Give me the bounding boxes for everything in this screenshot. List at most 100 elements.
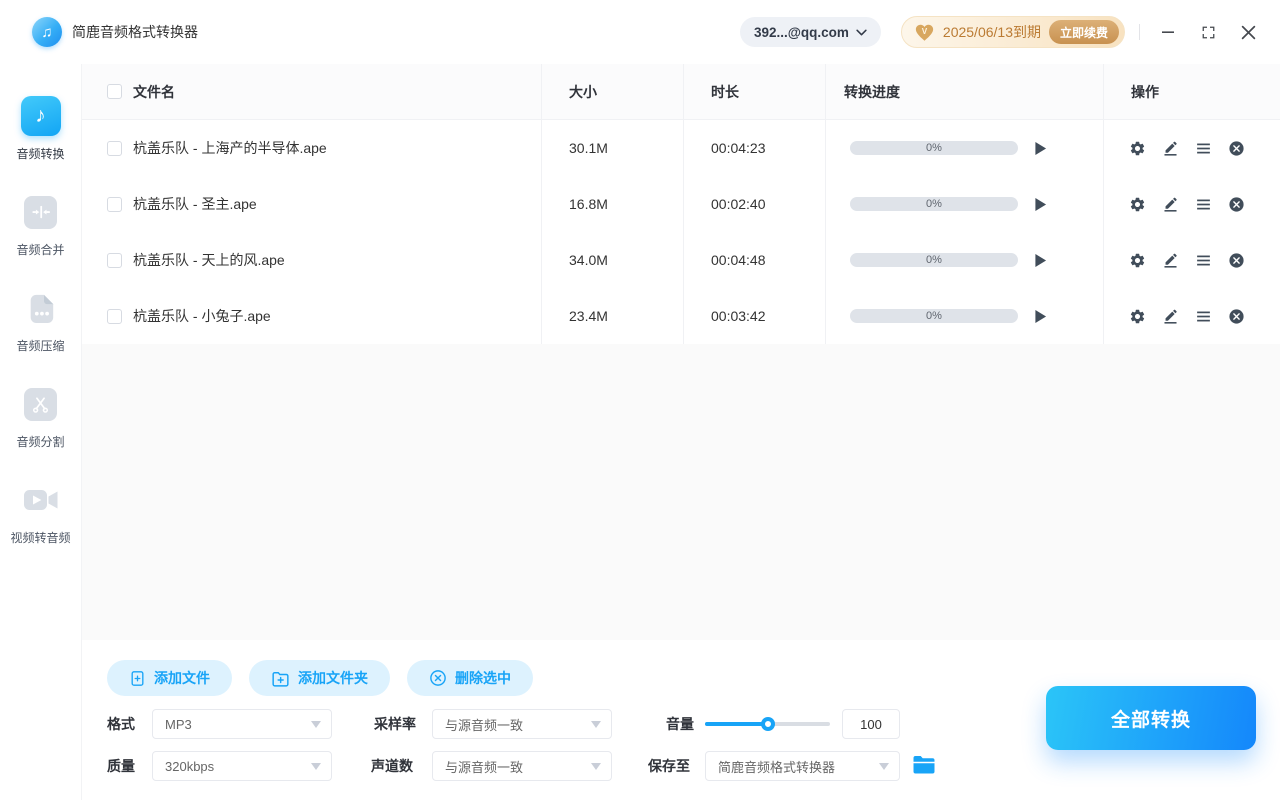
play-button[interactable] bbox=[1034, 141, 1047, 156]
file-size: 30.1M bbox=[569, 140, 608, 156]
sidebar-item-label: 音频转换 bbox=[16, 147, 65, 161]
edit-icon[interactable] bbox=[1162, 308, 1179, 325]
column-header-duration: 时长 bbox=[711, 83, 739, 100]
add-folder-button[interactable]: 添加文件夹 bbox=[249, 660, 390, 696]
dropdown-arrow-icon bbox=[311, 762, 321, 770]
play-button[interactable] bbox=[1034, 197, 1047, 212]
settings-icon[interactable] bbox=[1129, 140, 1146, 157]
file-name: 杭盖乐队 - 圣主.ape bbox=[133, 196, 257, 212]
volume-input[interactable] bbox=[842, 709, 900, 739]
table-row: 杭盖乐队 - 小兔子.ape 23.4M 00:03:42 0% bbox=[82, 288, 1280, 344]
save-to-label: 保存至 bbox=[648, 758, 690, 774]
row-checkbox[interactable] bbox=[107, 308, 122, 324]
file-plus-icon bbox=[131, 670, 144, 686]
progress-bar: 0% bbox=[850, 253, 1018, 267]
sidebar-item-video-to-audio[interactable]: 视频转音频 bbox=[0, 480, 81, 546]
column-header-size: 大小 bbox=[569, 83, 597, 100]
button-label: 删除选中 bbox=[455, 670, 511, 686]
sample-rate-value: 与源音频一致 bbox=[445, 717, 524, 733]
sidebar-item-label: 视频转音频 bbox=[10, 531, 71, 545]
select-all-checkbox[interactable] bbox=[107, 84, 122, 99]
sidebar-item-audio-split[interactable]: 音频分割 bbox=[0, 384, 81, 450]
format-label: 格式 bbox=[107, 716, 135, 732]
sample-rate-select[interactable]: 与源音频一致 bbox=[432, 709, 612, 739]
settings-icon[interactable] bbox=[1129, 252, 1146, 269]
progress-bar: 0% bbox=[850, 197, 1018, 211]
maximize-button[interactable] bbox=[1188, 12, 1228, 52]
details-list-icon[interactable] bbox=[1195, 252, 1212, 269]
account-menu[interactable]: 392...@qq.com bbox=[739, 17, 881, 47]
channels-label: 声道数 bbox=[371, 758, 413, 774]
sidebar-item-audio-merge[interactable]: 音频合并 bbox=[0, 192, 81, 258]
video-camera-icon bbox=[21, 480, 61, 520]
details-list-icon[interactable] bbox=[1195, 196, 1212, 213]
table-row: 杭盖乐队 - 天上的风.ape 34.0M 00:04:48 0% bbox=[82, 232, 1280, 288]
volume-slider[interactable] bbox=[705, 717, 830, 731]
row-checkbox[interactable] bbox=[107, 196, 122, 212]
add-file-button[interactable]: 添加文件 bbox=[107, 660, 232, 696]
edit-icon[interactable] bbox=[1162, 252, 1179, 269]
row-checkbox[interactable] bbox=[107, 252, 122, 268]
format-select[interactable]: MP3 bbox=[152, 709, 332, 739]
app-title: 简鹿音频格式转换器 bbox=[72, 24, 198, 40]
quality-select[interactable]: 320kbps bbox=[152, 751, 332, 781]
app-brand: ♫ 简鹿音频格式转换器 bbox=[0, 17, 198, 47]
file-name: 杭盖乐队 - 小兔子.ape bbox=[133, 308, 271, 324]
column-header-name: 文件名 bbox=[133, 83, 175, 100]
edit-icon[interactable] bbox=[1162, 140, 1179, 157]
save-to-value: 简鹿音频格式转换器 bbox=[718, 759, 836, 775]
sidebar-item-audio-convert[interactable]: ♪ 音频转换 bbox=[0, 96, 81, 162]
table-row: 杭盖乐队 - 圣主.ape 16.8M 00:02:40 0% bbox=[82, 176, 1280, 232]
quality-value: 320kbps bbox=[165, 758, 215, 774]
progress-bar: 0% bbox=[850, 309, 1018, 323]
folder-plus-icon bbox=[272, 671, 289, 687]
open-folder-button[interactable] bbox=[912, 754, 936, 778]
play-button[interactable] bbox=[1034, 309, 1047, 324]
progress-label: 0% bbox=[926, 142, 942, 154]
remove-file-icon[interactable] bbox=[1228, 196, 1245, 213]
slider-fill bbox=[705, 722, 768, 726]
merge-icon bbox=[24, 195, 57, 229]
save-to-select[interactable]: 简鹿音频格式转换器 bbox=[705, 751, 900, 781]
details-list-icon[interactable] bbox=[1195, 140, 1212, 157]
renew-button[interactable]: 立即续费 bbox=[1048, 20, 1119, 44]
play-button[interactable] bbox=[1034, 253, 1047, 268]
channels-select[interactable]: 与源音频一致 bbox=[432, 751, 612, 781]
remove-file-icon[interactable] bbox=[1228, 308, 1245, 325]
close-button[interactable] bbox=[1228, 12, 1268, 52]
delete-selected-button[interactable]: 删除选中 bbox=[407, 660, 533, 696]
edit-icon[interactable] bbox=[1162, 196, 1179, 213]
settings-icon[interactable] bbox=[1129, 308, 1146, 325]
settings-icon[interactable] bbox=[1129, 196, 1146, 213]
button-label: 添加文件夹 bbox=[298, 670, 368, 686]
remove-file-icon[interactable] bbox=[1228, 140, 1245, 157]
main-panel: 文件名 大小 时长 转换进度 操作 杭盖乐队 - 上海产的半导体.ape 30.… bbox=[82, 64, 1280, 800]
title-bar: ♫ 简鹿音频格式转换器 392...@qq.com V 2025/06/13到期… bbox=[0, 0, 1280, 64]
sidebar-item-label: 音频压缩 bbox=[16, 339, 65, 353]
progress-bar: 0% bbox=[850, 141, 1018, 155]
sidebar-item-label: 音频分割 bbox=[16, 435, 65, 449]
file-duration: 00:04:48 bbox=[711, 252, 766, 268]
sample-rate-label: 采样率 bbox=[374, 716, 416, 732]
convert-all-button[interactable]: 全部转换 bbox=[1046, 686, 1256, 750]
remove-file-icon[interactable] bbox=[1228, 252, 1245, 269]
slider-thumb[interactable] bbox=[760, 717, 775, 731]
file-size: 23.4M bbox=[569, 308, 608, 324]
circle-x-icon bbox=[430, 670, 446, 686]
row-checkbox[interactable] bbox=[107, 140, 122, 156]
volume-label: 音量 bbox=[666, 716, 694, 732]
details-list-icon[interactable] bbox=[1195, 308, 1212, 325]
file-duration: 00:02:40 bbox=[711, 196, 766, 212]
minimize-button[interactable] bbox=[1148, 12, 1188, 52]
progress-label: 0% bbox=[926, 310, 942, 322]
file-size: 34.0M bbox=[569, 252, 608, 268]
vip-expiry-date: 2025/06/13到期 bbox=[942, 24, 1041, 40]
format-value: MP3 bbox=[165, 716, 192, 732]
dropdown-arrow-icon bbox=[879, 762, 889, 770]
dropdown-arrow-icon bbox=[591, 720, 601, 728]
column-header-progress: 转换进度 bbox=[844, 83, 900, 100]
button-label: 添加文件 bbox=[154, 670, 210, 686]
dropdown-arrow-icon bbox=[311, 720, 321, 728]
table-header: 文件名 大小 时长 转换进度 操作 bbox=[82, 64, 1280, 120]
sidebar-item-audio-compress[interactable]: 音频压缩 bbox=[0, 288, 81, 354]
